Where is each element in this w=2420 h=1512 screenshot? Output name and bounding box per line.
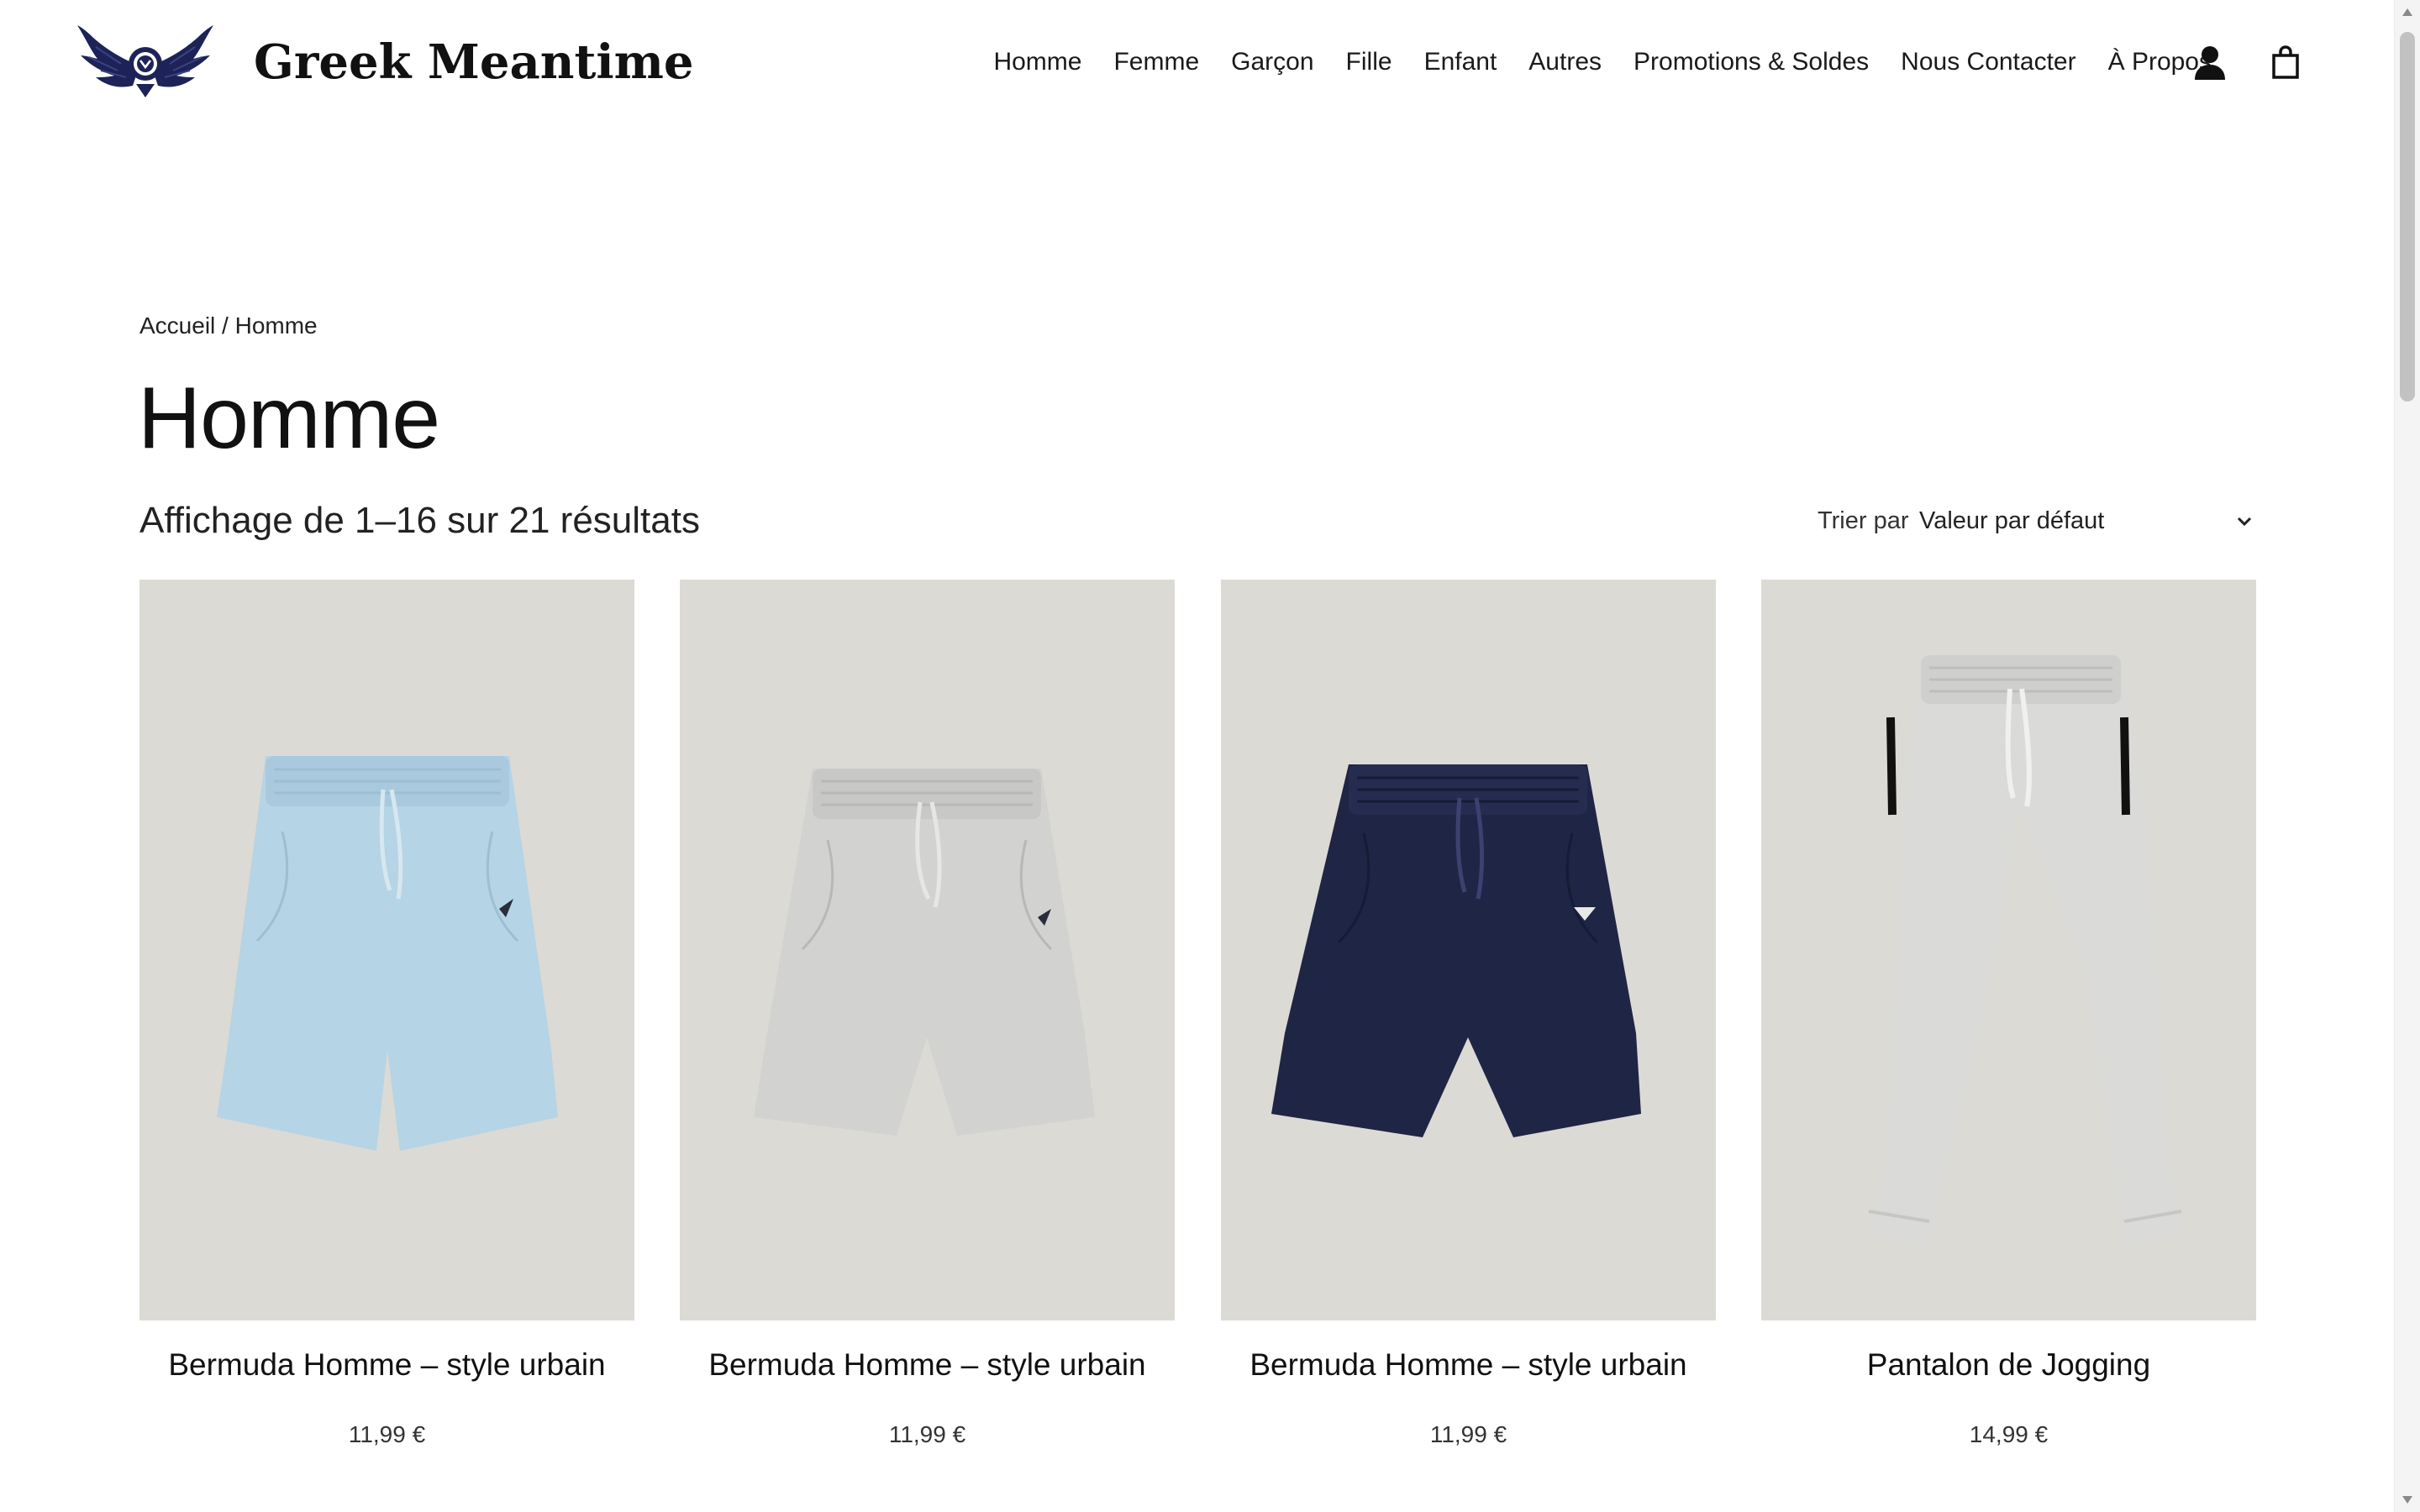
product-card[interactable]: Bermuda Homme – style urbain 11,99 € [680,580,1175,1512]
product-image[interactable] [139,580,634,1320]
main-nav: Homme Femme Garçon Fille Enfant Autres P… [993,42,2212,82]
page-title: Homme [138,370,440,467]
page-scrollbar[interactable] [2394,0,2420,1512]
shorts-illustration [754,769,1095,1136]
product-name[interactable]: Pantalon de Jogging [1761,1344,2256,1386]
sort-label: Trier par [1818,507,1909,534]
nav-item-promotions[interactable]: Promotions & Soldes [1634,42,1869,82]
product-card[interactable]: Bermuda Homme – style urbain 11,99 € [139,580,634,1512]
scroll-down-icon[interactable] [2402,1496,2412,1504]
nav-item-enfant[interactable]: Enfant [1424,42,1497,82]
nav-item-garcon[interactable]: Garçon [1231,42,1313,82]
joggers-illustration [1868,655,2182,1245]
nav-item-fille[interactable]: Fille [1346,42,1392,82]
sort-selected-value: Valeur par défaut [1919,507,2105,534]
breadcrumb: Accueil / Homme [139,309,318,343]
product-card[interactable]: Bermuda Homme – style urbain 11,99 € [1221,580,1716,1512]
product-price: 11,99 € [888,1421,966,1447]
result-count: Affichage de 1–16 sur 21 résultats [139,500,700,541]
product-image[interactable] [1221,580,1716,1320]
site-header: Greek Meantime Homme Femme Garçon Fille … [0,0,2395,126]
shorts-illustration [1271,764,1641,1137]
product-name[interactable]: Bermuda Homme – style urbain [680,1344,1175,1386]
breadcrumb-home[interactable]: Accueil [139,312,215,339]
sort-select[interactable]: Valeur par défaut [1919,501,2255,541]
product-price: 14,99 € [1969,1421,2049,1447]
nav-item-homme[interactable]: Homme [993,42,1081,82]
product-image[interactable] [1761,580,2256,1320]
brand-name[interactable]: Greek Meantime [254,30,694,94]
product-price: 11,99 € [1429,1421,1507,1447]
nav-item-femme[interactable]: Femme [1113,42,1199,82]
chevron-down-icon [2237,517,2252,527]
scroll-up-icon[interactable] [2402,8,2412,16]
product-price: 11,99 € [348,1421,426,1447]
shorts-illustration [217,756,558,1151]
product-card[interactable]: Pantalon de Jogging 14,99 € [1761,580,2256,1512]
shopping-bag-icon[interactable] [2264,40,2307,84]
product-name[interactable]: Bermuda Homme – style urbain [139,1344,634,1386]
breadcrumb-current: Homme [234,312,318,339]
winged-crest-icon[interactable] [77,22,213,101]
user-icon[interactable] [2188,40,2232,84]
breadcrumb-separator: / [215,312,235,339]
product-name[interactable]: Bermuda Homme – style urbain [1221,1344,1716,1386]
scrollbar-thumb[interactable] [2400,32,2415,402]
nav-item-contact[interactable]: Nous Contacter [1901,42,2075,82]
product-image[interactable] [680,580,1175,1320]
nav-item-autres[interactable]: Autres [1528,42,1602,82]
